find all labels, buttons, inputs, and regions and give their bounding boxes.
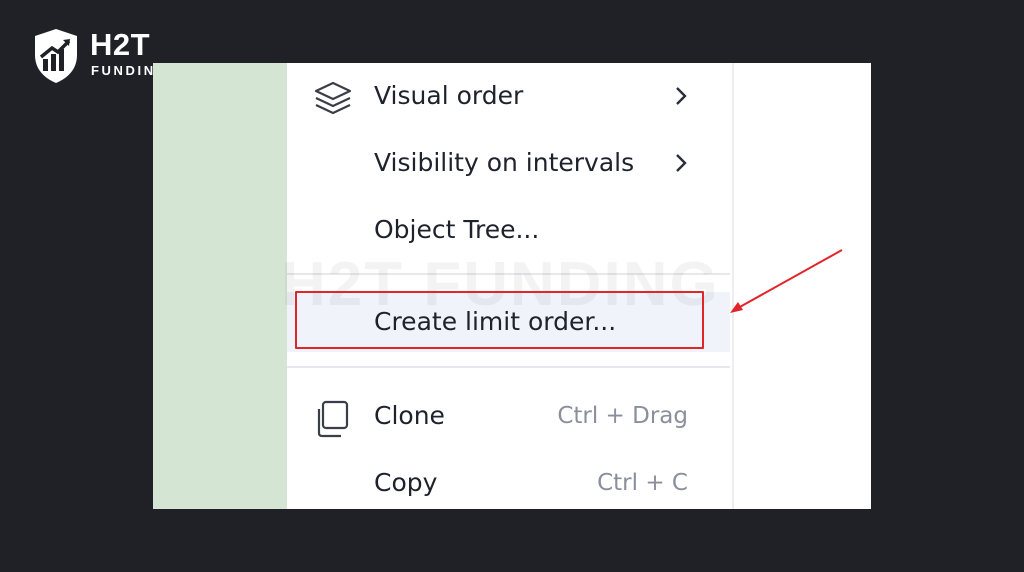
annotation-highlight-box [295, 291, 704, 349]
layers-icon [314, 81, 352, 115]
chevron-right-icon [676, 154, 687, 172]
menu-item-label: Clone [374, 401, 445, 430]
clone-icon [317, 400, 349, 438]
chevron-right-icon [676, 87, 687, 105]
menu-item-label: Visibility on intervals [374, 148, 635, 177]
menu-item-shortcut: Ctrl + Drag [557, 403, 688, 429]
screenshot-panel: Visual order Visibility on intervals Obj… [153, 63, 871, 509]
chart-area [153, 63, 287, 509]
logo-wordmark: H2T [90, 27, 151, 62]
menu-item-visual-order[interactable]: Visual order [287, 66, 730, 126]
shield-chart-icon [35, 29, 77, 83]
menu-item-shortcut: Ctrl + C [597, 470, 688, 496]
menu-separator [287, 366, 730, 368]
menu-item-label: Copy [374, 468, 438, 497]
menu-item-visibility-on-intervals[interactable]: Visibility on intervals [287, 133, 730, 193]
menu-item-label: Visual order [374, 81, 524, 110]
annotation-arrow-icon [730, 249, 843, 313]
menu-item-copy[interactable]: Copy Ctrl + C [287, 453, 730, 509]
menu-item-clone[interactable]: Clone Ctrl + Drag [287, 386, 730, 446]
